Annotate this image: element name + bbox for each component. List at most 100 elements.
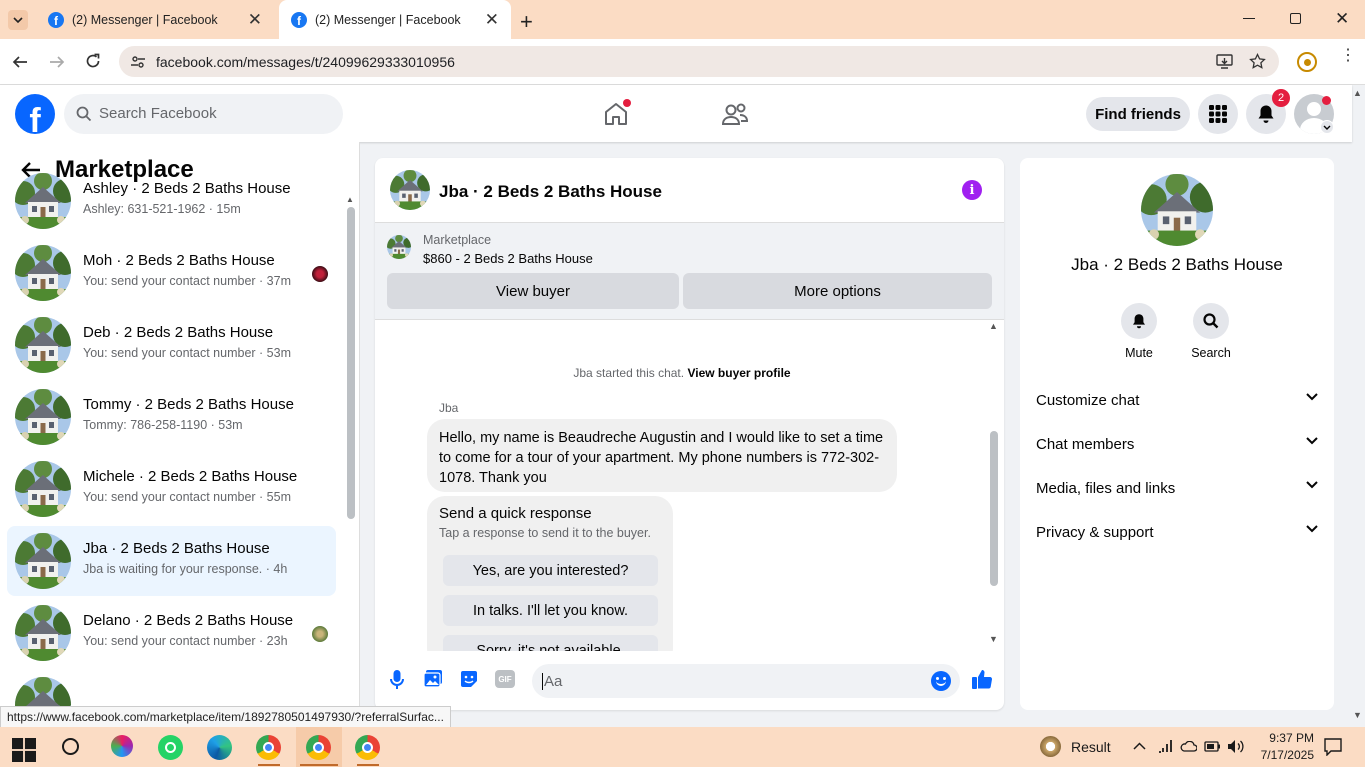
message-bubble[interactable]: Hello, my name is Beaudreche Augustin an…	[427, 419, 897, 492]
link-status-url: https://www.facebook.com/marketplace/ite…	[0, 706, 451, 728]
chat-window: Jba · 2 Beds 2 Baths House i Marketplace…	[375, 158, 1004, 710]
facebook-logo-icon[interactable]: f	[15, 94, 55, 134]
weather-widget[interactable]: Result	[1040, 736, 1111, 757]
menu-grid-icon	[1209, 105, 1227, 123]
windows-taskbar: Result 9:37 PM 7/17/2025	[0, 727, 1365, 767]
details-avatar[interactable]	[1141, 174, 1213, 246]
clock-time: 9:37 PM	[1269, 731, 1314, 745]
chrome-icon[interactable]	[256, 735, 281, 760]
conversation-name: Moh · 2 Beds 2 Baths House	[83, 252, 275, 269]
conversation-avatar	[15, 461, 71, 517]
onedrive-icon[interactable]	[1180, 741, 1197, 752]
conversation-avatar	[15, 173, 71, 229]
search-placeholder: Search Facebook	[99, 105, 217, 122]
more-options-button[interactable]: More options	[683, 273, 992, 309]
message-input[interactable]: Aa	[532, 664, 960, 698]
emoji-icon[interactable]	[931, 671, 951, 691]
reload-icon[interactable]	[85, 53, 101, 69]
browser-tab-1[interactable]: f (2) Messenger | Facebook ✕	[36, 0, 274, 39]
battery-icon[interactable]	[1204, 741, 1221, 752]
close-tab-icon[interactable]: ✕	[485, 10, 499, 30]
tab-list-dropdown-icon[interactable]	[8, 10, 28, 30]
close-tab-icon[interactable]: ✕	[248, 10, 262, 30]
chat-title[interactable]: Jba · 2 Beds 2 Baths House	[439, 182, 662, 202]
chat-info-icon[interactable]: i	[962, 180, 982, 200]
chat-scroll-up-icon[interactable]: ▲	[989, 321, 998, 331]
app-icon-colorful[interactable]	[111, 735, 133, 757]
close-window-icon[interactable]: ✕	[1335, 9, 1349, 29]
conversation-avatar	[15, 533, 71, 589]
bookmark-star-icon[interactable]	[1249, 53, 1266, 70]
details-section[interactable]: Media, files and links	[1036, 468, 1326, 508]
conversation-item[interactable]: Moh · 2 Beds 2 Baths House You: send your…	[7, 238, 336, 308]
install-app-icon[interactable]	[1216, 53, 1233, 70]
edge-icon[interactable]	[207, 735, 232, 760]
back-icon[interactable]	[12, 54, 28, 70]
quick-reply-button[interactable]: In talks. I'll let you know.	[443, 595, 658, 626]
chrome-profile-icon[interactable]	[306, 735, 331, 760]
conversation-avatar	[15, 317, 71, 373]
listing-thumbnail[interactable]	[387, 235, 411, 259]
site-settings-icon[interactable]	[130, 54, 146, 70]
new-tab-icon[interactable]: +	[520, 9, 533, 35]
list-scroll-up-icon[interactable]: ▲	[346, 195, 354, 204]
account-chevron-icon[interactable]	[1320, 120, 1334, 134]
find-friends-button[interactable]: Find friends	[1086, 97, 1190, 131]
facebook-search-input[interactable]: Search Facebook	[64, 94, 343, 134]
chat-avatar[interactable]	[390, 170, 430, 210]
profile-icon[interactable]	[1297, 52, 1317, 72]
tray-chevron-icon[interactable]	[1133, 742, 1146, 750]
sticker-icon[interactable]	[459, 669, 479, 689]
conversation-item[interactable]: Jba · 2 Beds 2 Baths House Jba is waiting…	[7, 526, 336, 596]
chat-scroll-down-icon[interactable]: ▼	[989, 634, 998, 644]
search-icon	[1203, 313, 1219, 329]
conversation-item[interactable]: Delano · 2 Beds 2 Baths House You: send y…	[7, 598, 336, 668]
facebook-favicon-icon: f	[48, 11, 64, 28]
page-scroll-down-icon[interactable]: ▼	[1353, 710, 1362, 720]
clock[interactable]: 9:37 PM 7/17/2025	[1250, 730, 1314, 764]
thumbs-up-icon[interactable]	[971, 668, 993, 690]
page-scroll-up-icon[interactable]: ▲	[1353, 88, 1362, 98]
view-buyer-profile-link[interactable]: View buyer profile	[687, 366, 790, 380]
chevron-down-icon	[1306, 393, 1318, 401]
chrome-profile-2-icon[interactable]	[355, 735, 380, 760]
conversation-item[interactable]: Tommy · 2 Beds 2 Baths House Tommy: 786-2…	[7, 382, 336, 452]
conversation-item[interactable]: Michele · 2 Beds 2 Baths House You: send …	[7, 454, 336, 524]
listing-title[interactable]: $860 - 2 Beds 2 Baths House	[423, 251, 593, 266]
friends-icon[interactable]	[721, 102, 749, 128]
menu-button[interactable]	[1198, 94, 1238, 134]
details-section[interactable]: Customize chat	[1036, 380, 1326, 420]
gif-icon[interactable]: GIF	[495, 670, 515, 688]
volume-icon[interactable]	[1227, 739, 1245, 754]
list-scrollbar[interactable]	[347, 207, 355, 519]
view-buyer-button[interactable]: View buyer	[387, 273, 679, 309]
browser-tab-2-active[interactable]: f (2) Messenger | Facebook ✕	[279, 0, 511, 39]
conversation-item-partial[interactable]	[7, 670, 336, 708]
mute-button[interactable]: Mute	[1119, 303, 1159, 360]
forward-icon[interactable]	[49, 54, 65, 70]
message-composer: GIF Aa	[375, 651, 1004, 710]
conversation-item[interactable]: Ashley · 2 Beds 2 Baths House Ashley: 631…	[7, 166, 336, 236]
task-view-icon[interactable]	[62, 738, 79, 755]
conversation-item[interactable]: Deb · 2 Beds 2 Baths House You: send your…	[7, 310, 336, 380]
windows-start-icon[interactable]	[12, 738, 36, 762]
clock-date: 7/17/2025	[1260, 748, 1314, 762]
message-input-placeholder: Aa	[544, 673, 563, 690]
minimize-icon[interactable]	[1243, 18, 1255, 19]
restore-icon[interactable]	[1290, 13, 1301, 24]
quick-reply-button[interactable]: Sorry, it's not available.	[443, 635, 658, 651]
notification-center-icon[interactable]	[1324, 738, 1342, 756]
photo-icon[interactable]	[423, 669, 443, 689]
whatsapp-icon[interactable]	[158, 735, 183, 760]
url-bar[interactable]: facebook.com/messages/t/2409962933301095…	[119, 46, 1279, 77]
microphone-icon[interactable]	[389, 669, 405, 691]
quick-reply-button[interactable]: Yes, are you interested?	[443, 555, 658, 586]
network-icon[interactable]	[1157, 739, 1173, 753]
chat-scrollbar[interactable]	[990, 431, 998, 586]
details-section[interactable]: Chat members	[1036, 424, 1326, 464]
search-in-chat-button[interactable]: Search	[1187, 303, 1235, 360]
browser-menu-icon[interactable]: ⋮	[1340, 48, 1356, 64]
bell-icon	[1133, 314, 1145, 329]
taskbar-underline-1	[258, 764, 280, 766]
details-section[interactable]: Privacy & support	[1036, 512, 1326, 552]
